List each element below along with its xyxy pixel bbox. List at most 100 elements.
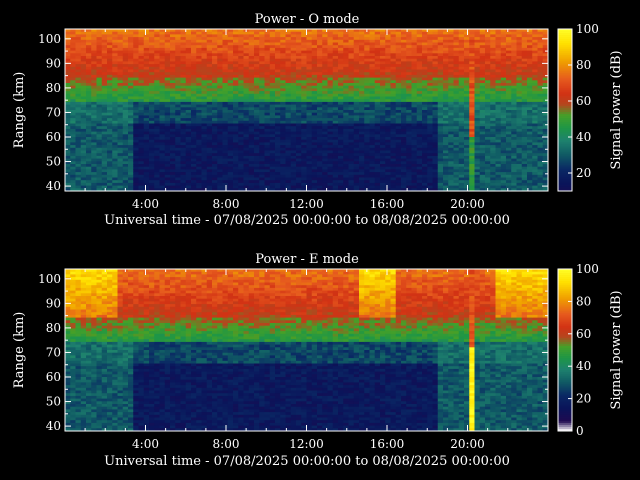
heatmap-cell bbox=[458, 42, 465, 46]
heatmap-cell bbox=[479, 53, 486, 57]
heatmap-cell bbox=[453, 77, 460, 81]
heatmap-cell bbox=[107, 56, 113, 60]
heatmap-cell bbox=[332, 120, 339, 124]
heatmap-cell bbox=[269, 166, 276, 170]
heatmap-cell bbox=[390, 155, 397, 159]
heatmap-cell bbox=[86, 145, 92, 149]
heatmap-cell bbox=[107, 96, 113, 100]
heatmap-cell bbox=[338, 166, 344, 170]
heatmap-cell bbox=[453, 150, 460, 154]
heatmap-cell bbox=[201, 115, 208, 119]
heatmap-cell bbox=[479, 34, 486, 38]
heatmap-cell bbox=[406, 31, 412, 35]
heatmap-cell bbox=[128, 147, 134, 151]
heatmap-cell bbox=[301, 153, 307, 157]
heatmap-cell bbox=[217, 147, 223, 151]
heatmap-cell bbox=[500, 66, 507, 70]
heatmap-cell bbox=[290, 120, 297, 124]
heatmap-cell bbox=[322, 50, 328, 54]
heatmap-cell bbox=[248, 123, 255, 127]
heatmap-cell bbox=[275, 53, 281, 57]
heatmap-cell bbox=[458, 37, 465, 41]
heatmap-cell bbox=[280, 164, 286, 168]
heatmap-cell bbox=[474, 137, 481, 141]
heatmap-cell bbox=[385, 47, 391, 51]
heatmap-cell bbox=[380, 118, 386, 122]
heatmap-cell bbox=[317, 96, 323, 100]
heatmap-cell bbox=[285, 72, 292, 76]
heatmap-cell bbox=[259, 56, 265, 60]
heatmap-cell bbox=[65, 93, 71, 97]
heatmap-cell bbox=[112, 161, 118, 165]
heatmap-cell bbox=[185, 77, 192, 81]
heatmap-cell bbox=[380, 115, 386, 119]
heatmap-cell bbox=[170, 137, 176, 141]
heatmap-cell bbox=[406, 72, 412, 76]
heatmap-cell bbox=[238, 128, 244, 132]
heatmap-cell bbox=[128, 123, 134, 127]
heatmap-cell bbox=[254, 77, 260, 81]
heatmap-cell bbox=[96, 107, 103, 111]
heatmap-cell bbox=[227, 99, 234, 103]
heatmap-cell bbox=[317, 134, 323, 138]
heatmap-cell bbox=[117, 120, 124, 124]
heatmap-cell bbox=[91, 45, 97, 49]
heatmap-cell bbox=[138, 174, 145, 178]
heatmap-cell bbox=[154, 107, 160, 111]
heatmap-cell bbox=[469, 93, 475, 97]
heatmap-cell bbox=[201, 137, 208, 141]
heatmap-cell bbox=[317, 123, 323, 127]
heatmap-cell bbox=[154, 142, 160, 146]
heatmap-cell bbox=[159, 153, 166, 157]
heatmap-cell bbox=[96, 185, 103, 189]
heatmap-cell bbox=[91, 123, 97, 127]
heatmap-cell bbox=[112, 99, 118, 103]
heatmap-cell bbox=[175, 69, 181, 73]
heatmap-cell bbox=[348, 161, 355, 165]
heatmap-cell bbox=[306, 182, 313, 186]
heatmap-cell bbox=[149, 61, 155, 65]
heatmap-cell bbox=[101, 34, 108, 38]
heatmap-cell bbox=[233, 145, 239, 149]
heatmap-cell bbox=[275, 131, 281, 135]
heatmap-cell bbox=[390, 107, 397, 111]
heatmap-cell bbox=[458, 88, 465, 92]
heatmap-cell bbox=[448, 134, 454, 138]
heatmap-cell bbox=[469, 50, 475, 54]
heatmap-cell bbox=[75, 128, 82, 132]
heatmap-cell bbox=[479, 177, 486, 181]
heatmap-cell bbox=[390, 174, 397, 178]
heatmap-cell bbox=[254, 115, 260, 119]
heatmap-cell bbox=[443, 88, 449, 92]
heatmap-cell bbox=[427, 42, 433, 46]
heatmap-cell bbox=[96, 177, 103, 181]
heatmap-cell bbox=[364, 31, 370, 35]
heatmap-cell bbox=[175, 99, 181, 103]
heatmap-cell bbox=[254, 58, 260, 62]
heatmap-cell bbox=[311, 137, 318, 141]
heatmap-cell bbox=[385, 128, 391, 132]
heatmap-cell bbox=[353, 93, 360, 97]
heatmap-cell bbox=[201, 64, 208, 68]
heatmap-cell bbox=[238, 53, 244, 57]
heatmap-cell bbox=[91, 128, 97, 132]
heatmap-cell bbox=[138, 37, 145, 41]
heatmap-cell bbox=[327, 147, 334, 151]
heatmap-cell bbox=[254, 34, 260, 38]
heatmap-cell bbox=[285, 85, 292, 89]
heatmap-cell bbox=[495, 104, 502, 108]
heatmap-cell bbox=[422, 182, 428, 186]
heatmap-cell bbox=[149, 53, 155, 57]
heatmap-cell bbox=[401, 142, 407, 146]
heatmap-cell bbox=[254, 161, 260, 165]
heatmap-cell bbox=[191, 112, 197, 116]
heatmap-cell bbox=[170, 161, 176, 165]
heatmap-cell bbox=[122, 45, 129, 49]
heatmap-cell bbox=[101, 96, 108, 100]
heatmap-cell bbox=[443, 182, 449, 186]
heatmap-cell bbox=[254, 69, 260, 73]
heatmap-cell bbox=[343, 66, 349, 70]
heatmap-cell bbox=[479, 39, 486, 43]
heatmap-cell bbox=[227, 66, 234, 70]
heatmap-cell bbox=[233, 185, 239, 189]
